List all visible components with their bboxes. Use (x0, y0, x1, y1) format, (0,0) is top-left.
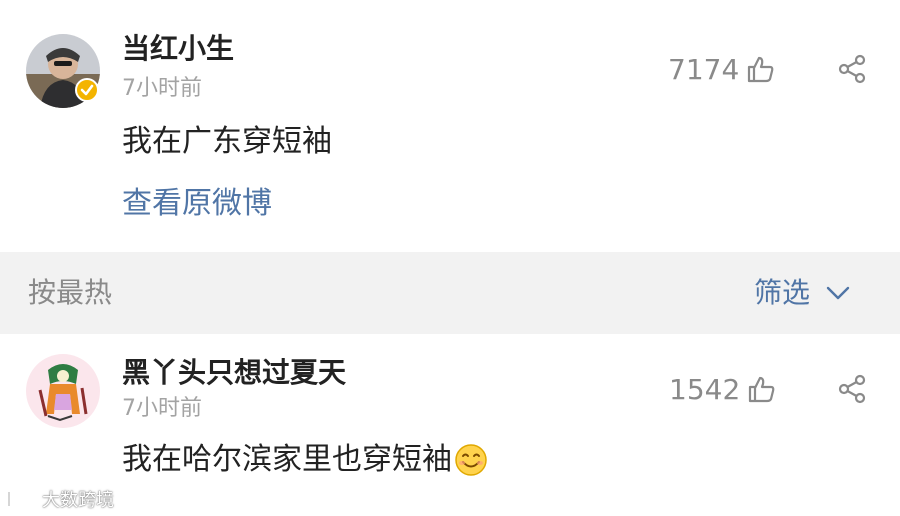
thumbs-up-icon (748, 56, 774, 83)
verified-badge-icon (75, 78, 99, 102)
post-like-count: 7174 (668, 52, 740, 86)
comment-text-content: 我在哈尔滨家里也穿短袖 (122, 442, 452, 477)
comment-author-name[interactable]: 黑丫头只想过夏天 (122, 355, 346, 391)
watermark-text: 大数跨境 (42, 490, 114, 511)
smile-emoji-icon (455, 444, 487, 476)
post-author-name[interactable]: 当红小生 (122, 31, 234, 67)
watermark: 大数跨境 (6, 486, 114, 512)
view-original-link[interactable]: 查看原微博 (122, 184, 272, 224)
filter-button[interactable]: 筛选 (754, 274, 850, 312)
comment-sort-bar: 按最热 筛选 (0, 252, 900, 334)
sort-by-hot-label[interactable]: 按最热 (28, 274, 112, 312)
post-timestamp: 7小时前 (122, 76, 202, 101)
comment-text: 我在哈尔滨家里也穿短袖 (122, 440, 488, 480)
watermark-logo-icon (7, 490, 38, 508)
post-text: 我在广东穿短袖 (122, 124, 332, 159)
original-post: 当红小生 7小时前 7174 我在广东穿短袖 查看原微博 (0, 0, 900, 252)
filter-label: 筛选 (754, 276, 811, 309)
comment-like-count: 1542 (669, 372, 741, 406)
comment-like-button[interactable]: 1542 (669, 372, 776, 406)
comment-item: 黑丫头只想过夏天 7小时前 1542 我在哈尔滨家里也穿短袖 (0, 334, 900, 516)
chevron-down-icon (826, 286, 850, 300)
post-like-button[interactable]: 7174 (668, 52, 775, 86)
comment-timestamp: 7小时前 (122, 396, 202, 421)
thumbs-up-icon (749, 376, 775, 403)
comment-share-icon[interactable] (835, 372, 869, 406)
post-share-icon[interactable] (835, 52, 869, 86)
comment-author-avatar[interactable] (26, 354, 100, 428)
